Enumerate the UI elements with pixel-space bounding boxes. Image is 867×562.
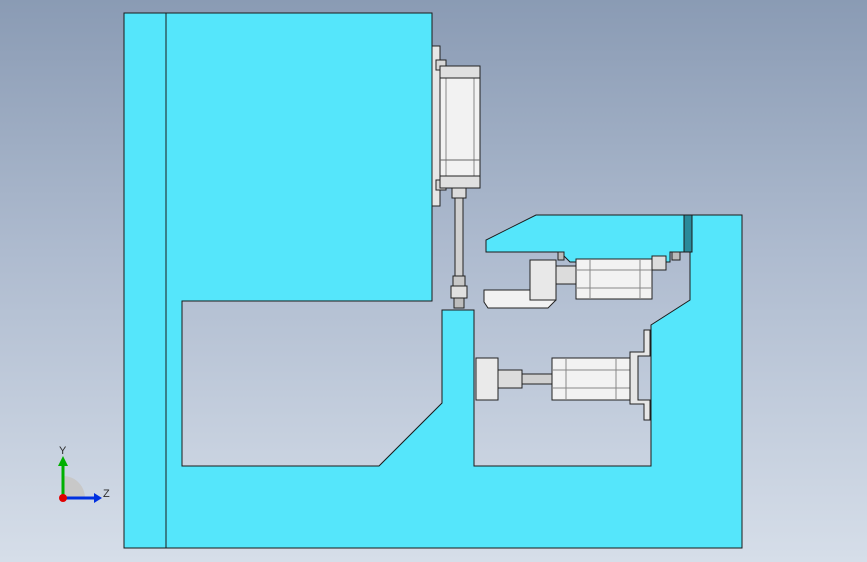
plate-edge-block (683, 214, 693, 253)
lower-horizontal-cylinder[interactable] (475, 357, 631, 401)
coordinate-triad: Y Z (58, 445, 110, 503)
y-axis-label: Y (59, 445, 67, 457)
cad-model-drawing: Y Z (58, 12, 743, 549)
upper-plate-part[interactable] (485, 214, 691, 263)
z-axis-arrow-icon (94, 493, 102, 503)
y-axis-arrow-icon (58, 456, 68, 466)
vertical-air-cylinder[interactable] (439, 65, 481, 309)
z-axis-label: Z (103, 488, 110, 500)
lower-cylinder-bracket (629, 329, 651, 421)
x-axis-dot-icon (59, 494, 67, 502)
upper-horizontal-cylinder[interactable] (483, 251, 681, 309)
cad-viewport[interactable]: Y Z (0, 0, 867, 562)
